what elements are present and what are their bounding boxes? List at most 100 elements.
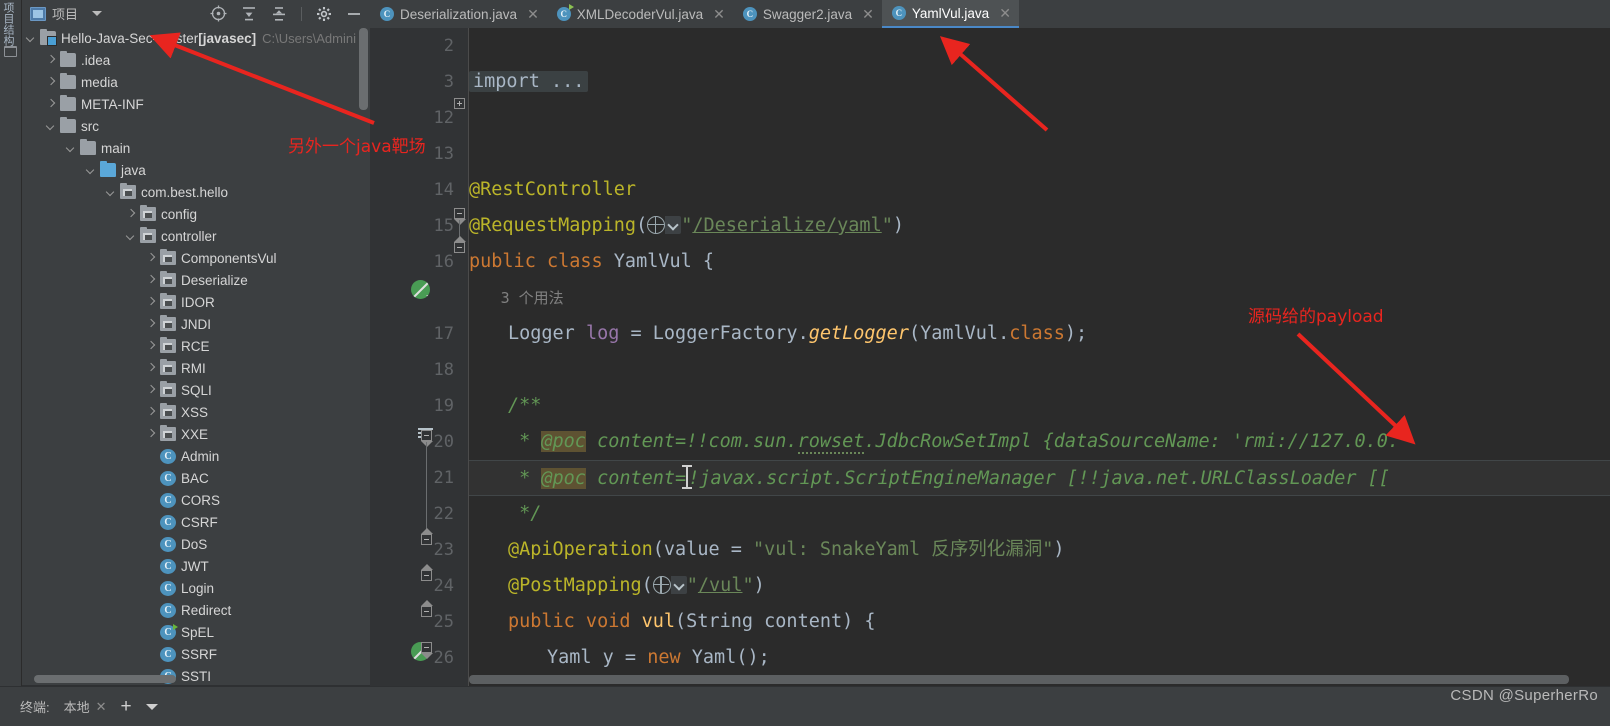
fold-marker-javadoc-start[interactable] [421,430,433,447]
code-line[interactable]: Logger log = LoggerFactory.getLogger(Yam… [469,316,1610,352]
close-icon[interactable]: ✕ [96,699,107,715]
code-line[interactable]: public void vul(String content) { [469,604,1610,640]
code-content[interactable]: import ... @RestController @RequestMapping… [469,28,1610,686]
tree-item-controller[interactable]: controller [22,225,370,247]
settings-gear-icon[interactable] [316,6,332,22]
expand-all-icon[interactable] [241,6,257,22]
tree-item-dos[interactable]: C DoS [22,533,370,555]
tree-item-redirect[interactable]: C Redirect [22,599,370,621]
tree-item-bac[interactable]: C BAC [22,467,370,489]
code-line[interactable] [469,28,1610,64]
tree-item-config[interactable]: config [22,203,370,225]
chevron-right-icon[interactable] [146,341,157,352]
code-line[interactable]: /** [469,388,1610,424]
collapse-all-icon[interactable] [271,6,287,22]
run-class-icon[interactable] [411,280,430,299]
web-endpoint-icon[interactable] [652,576,671,594]
editor-gutter[interactable]: 2 3 12 13 14 15 16 17 18 19 20 21 22 23 24 25 26 [370,28,468,686]
chevron-down-icon[interactable] [46,121,57,132]
code-line[interactable]: @RequestMapping("/Deserialize/yaml") [469,208,1610,244]
chevron-down-icon[interactable] [92,11,103,16]
tree-item-ssrf[interactable]: C SSRF [22,643,370,665]
locate-icon[interactable] [210,5,227,22]
project-title-group[interactable]: 项目 [22,4,103,23]
tab-close-icon[interactable]: ✕ [862,7,874,21]
project-tree[interactable]: Hello-Java-Sec-master [javasec] C:\Users\… [22,27,370,686]
tree-item-com-best-hello[interactable]: com.best.hello [22,181,370,203]
tree-item-rce[interactable]: RCE [22,335,370,357]
fold-marker-method-start[interactable] [421,642,433,659]
chevron-down-icon[interactable] [145,703,158,710]
code-line[interactable]: @RestController [469,172,1610,208]
fold-marker-import[interactable] [454,98,465,109]
chevron-right-icon[interactable] [46,55,57,66]
tree-item-spel[interactable]: C SpEL [22,621,370,643]
project-horizontal-scrollbar[interactable] [34,675,176,683]
chevron-down-icon[interactable] [670,576,687,594]
chevron-down-icon[interactable] [86,165,97,176]
editor-horizontal-scrollbar[interactable] [469,675,1569,684]
project-vertical-scrollbar[interactable] [359,28,368,110]
chevron-down-icon[interactable] [126,231,137,242]
chevron-right-icon[interactable] [146,385,157,396]
tree-item--idea[interactable]: .idea [22,49,370,71]
chevron-right-icon[interactable] [126,209,137,220]
tree-item-csrf[interactable]: C CSRF [22,511,370,533]
structure-icon[interactable] [4,46,17,57]
chevron-right-icon[interactable] [146,319,157,330]
tree-item-xxe[interactable]: XXE [22,423,370,445]
code-line[interactable]: */ [469,496,1610,532]
editor-tab-xmldecodervul-java[interactable]: C XMLDecoderVul.java ✕ [547,0,733,28]
chevron-down-icon[interactable] [106,187,117,198]
tree-item-media[interactable]: media [22,71,370,93]
web-endpoint-icon[interactable] [647,216,666,234]
code-line[interactable]: * @poc content= !javax.script.ScriptEngin… [469,460,1610,496]
tree-item-xss[interactable]: XSS [22,401,370,423]
chevron-right-icon[interactable] [46,99,57,110]
editor-tabbar[interactable]: C Deserialization.java ✕ C XMLDecoderVul.jav… [370,0,1610,28]
code-line[interactable]: @ApiOperation(value = "vul: SnakeYaml 反序… [469,532,1610,568]
code-line[interactable]: 3 个用法 [469,280,1610,316]
tree-item-idor[interactable]: IDOR [22,291,370,313]
code-line[interactable] [469,136,1610,172]
tree-item-componentsvul[interactable]: ComponentsVul [22,247,370,269]
left-strip-label[interactable]: 项目结构 [2,2,14,46]
code-editor[interactable]: 2 3 12 13 14 15 16 17 18 19 20 21 22 23 24 25 26 import … [370,28,1610,686]
editor-tab-swagger2-java[interactable]: C Swagger2.java ✕ [733,0,882,28]
chevron-right-icon[interactable] [146,407,157,418]
tree-item-admin[interactable]: C Admin [22,445,370,467]
tree-item-jwt[interactable]: C JWT [22,555,370,577]
code-line[interactable]: import ... [469,64,1610,100]
tree-item-meta-inf[interactable]: META-INF [22,93,370,115]
chevron-right-icon[interactable] [46,77,57,88]
fold-marker-javadoc-end[interactable] [421,528,433,545]
fold-marker-api-op[interactable] [421,564,433,581]
minimize-icon[interactable] [346,6,362,22]
editor-tab-yamlvul-java[interactable]: C YamlVul.java ✕ [881,0,1019,28]
chevron-down-icon[interactable] [26,33,37,44]
chevron-right-icon[interactable] [146,297,157,308]
code-line[interactable]: public class YamlVul { [469,244,1610,280]
tab-close-icon[interactable]: ✕ [713,7,725,21]
code-line[interactable] [469,352,1610,388]
editor-tab-deserialization-java[interactable]: C Deserialization.java ✕ [370,0,547,28]
chevron-right-icon[interactable] [146,429,157,440]
tree-item-hello-java-sec-master[interactable]: Hello-Java-Sec-master [javasec] C:\Users\… [22,27,370,49]
add-terminal-button[interactable]: + [121,697,132,716]
tree-item-deserialize[interactable]: Deserialize [22,269,370,291]
tree-item-sqli[interactable]: SQLI [22,379,370,401]
chevron-down-icon[interactable] [665,216,682,234]
import-fold[interactable]: import ... [469,71,589,92]
tree-item-login[interactable]: C Login [22,577,370,599]
fold-marker-mapping[interactable] [454,236,466,253]
code-line[interactable]: * @poc content=!!com.sun.rowset.JdbcRowS… [469,424,1610,460]
tree-item-java[interactable]: java [22,159,370,181]
terminal-tab-local[interactable]: 本地 ✕ [64,697,107,716]
code-line[interactable]: @PostMapping("/vul") [469,568,1610,604]
chevron-right-icon[interactable] [146,253,157,264]
tree-item-rmi[interactable]: RMI [22,357,370,379]
tree-item-cors[interactable]: C CORS [22,489,370,511]
fold-marker-class-start[interactable] [454,208,466,225]
chevron-right-icon[interactable] [146,363,157,374]
fold-marker-postmapping[interactable] [421,600,433,617]
